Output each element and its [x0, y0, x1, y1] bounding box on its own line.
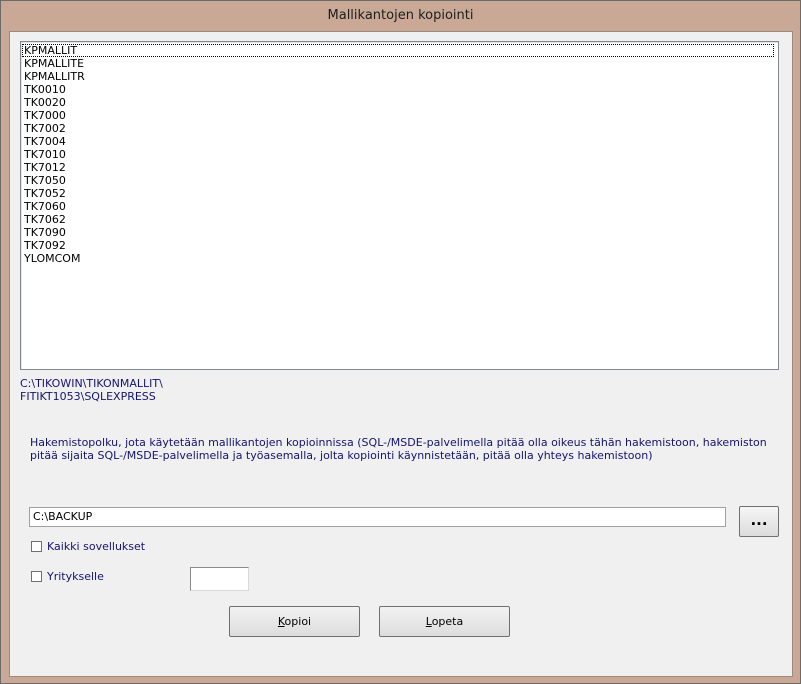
all-apps-checkbox[interactable]: [31, 541, 42, 552]
list-item[interactable]: TK7000: [21, 109, 778, 122]
list-item[interactable]: TK0020: [21, 96, 778, 109]
list-item[interactable]: TK7012: [21, 161, 778, 174]
quit-button[interactable]: Lopeta: [379, 606, 510, 637]
backup-path-input[interactable]: C:\BACKUP: [29, 507, 726, 527]
dialog-window: Mallikantojen kopiointi KPMALLIT KPMALLIT…: [0, 0, 801, 684]
list-item[interactable]: TK7004: [21, 135, 778, 148]
backup-path-value: C:\BACKUP: [33, 510, 93, 523]
list-item[interactable]: TK7060: [21, 200, 778, 213]
copy-button-mnemonic: K: [277, 615, 285, 628]
company-label: Yritykselle: [47, 570, 104, 583]
local-path-label: C:\TIKOWIN\TIKONMALLIT\: [20, 377, 163, 390]
browse-button-label: ...: [750, 511, 768, 529]
browse-button[interactable]: ...: [739, 506, 779, 537]
company-input[interactable]: [190, 567, 249, 591]
list-item[interactable]: TK7002: [21, 122, 778, 135]
quit-button-label: opeta: [431, 615, 464, 628]
dialog-client-area: KPMALLIT KPMALLITE KPMALLITR TK0010 TK0020 TK…: [9, 31, 793, 677]
title-bar[interactable]: Mallikantojen kopiointi: [1, 1, 800, 31]
list-item[interactable]: TK7090: [21, 226, 778, 239]
description-text: Hakemistopolku, jota käytetään mallikant…: [30, 436, 767, 462]
list-item[interactable]: KPMALLITE: [21, 57, 778, 70]
list-item[interactable]: TK7052: [21, 187, 778, 200]
database-listbox[interactable]: KPMALLIT KPMALLITE KPMALLITR TK0010 TK0020 TK…: [20, 41, 779, 370]
list-item[interactable]: TK7010: [21, 148, 778, 161]
all-apps-label: Kaikki sovellukset: [47, 540, 146, 553]
list-item[interactable]: KPMALLIT: [22, 44, 774, 57]
list-item[interactable]: TK7092: [21, 239, 778, 252]
server-label: FITIKT1053\SQLEXPRESS: [20, 390, 156, 403]
list-item[interactable]: YLOMCOM: [21, 252, 778, 265]
list-item[interactable]: KPMALLITR: [21, 70, 778, 83]
window-title: Mallikantojen kopiointi: [327, 8, 474, 23]
list-item[interactable]: TK7050: [21, 174, 778, 187]
list-item[interactable]: TK0010: [21, 83, 778, 96]
copy-button-label: opioi: [284, 615, 312, 628]
copy-button[interactable]: Kopioi: [229, 606, 360, 637]
company-checkbox[interactable]: [31, 571, 42, 582]
list-item[interactable]: TK7062: [21, 213, 778, 226]
